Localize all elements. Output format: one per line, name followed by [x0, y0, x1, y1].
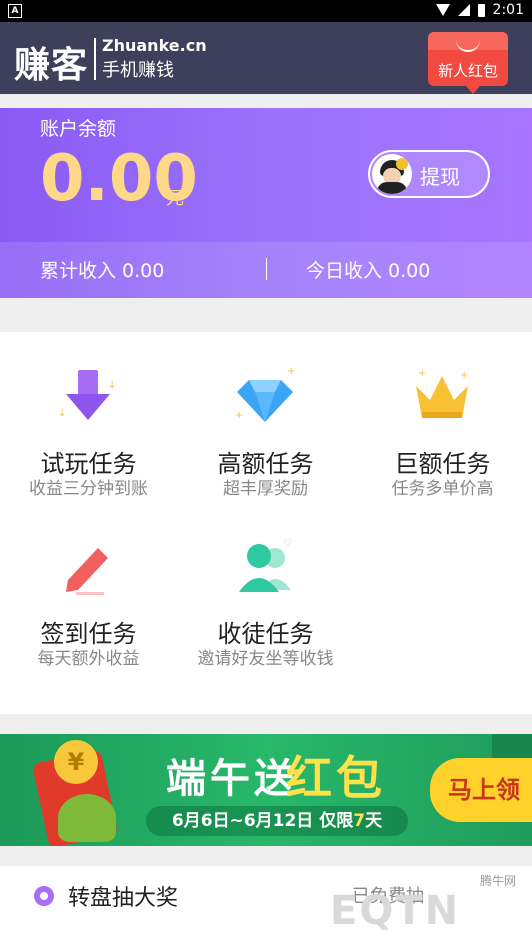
svg-text:↓: ↓ — [108, 380, 116, 391]
wheel-icon — [34, 886, 54, 906]
task-subtitle: 邀请好友坐等收钱 — [197, 649, 334, 669]
today-income: 今日收入 0.00 — [306, 260, 431, 282]
banner-date-tail: 天 — [365, 811, 383, 831]
promo-banner[interactable]: ¥ 端午送 红包 6月6日~6月12日 仅限7天 马上领 — [0, 734, 532, 846]
signal-icon — [457, 4, 470, 16]
withdraw-button[interactable]: 提现 — [368, 150, 490, 198]
svg-text:↓: ↓ — [58, 408, 66, 419]
task-subtitle: 收益三分钟到账 — [29, 479, 148, 499]
watermark-text: EQTN — [330, 888, 461, 934]
status-time: 2:01 — [492, 2, 524, 18]
crown-icon: + + — [416, 368, 468, 418]
status-bar: A 2:01 — [0, 0, 532, 22]
banner-title-highlight: 红包 — [286, 751, 386, 805]
svg-text:+: + — [418, 368, 426, 379]
logo-text: 赚客 — [14, 45, 89, 86]
claim-now-button[interactable]: 马上领 — [430, 758, 532, 822]
zongzi-icon — [58, 794, 116, 842]
red-envelope-icon — [428, 32, 508, 52]
svg-text:+: + — [287, 366, 295, 377]
cumulative-income: 累计收入 0.00 — [40, 260, 165, 282]
task-trial[interactable]: ↓ ↓ 试玩任务 收益三分钟到账 — [0, 362, 177, 532]
status-right: 2:01 — [435, 2, 524, 18]
pencil-icon — [66, 548, 108, 595]
svg-text:+: + — [460, 370, 468, 381]
task-checkin[interactable]: 签到任务 每天额外收益 — [0, 532, 177, 702]
avatar-icon — [372, 154, 412, 194]
watermark: EQTN 腾牛网 — [330, 866, 530, 944]
app-header: 赚客 Zhuanke.cn 手机赚钱 新人红包 — [0, 22, 532, 94]
newbie-redpacket-label: 新人红包 — [437, 62, 498, 80]
withdraw-label: 提现 — [420, 165, 460, 189]
task-subtitle: 每天额外收益 — [37, 649, 140, 669]
logo-divider — [94, 38, 96, 80]
newbie-redpacket-button[interactable]: 新人红包 — [428, 32, 508, 94]
lottery-row[interactable]: 转盘抽大奖 已免费抽 EQTN 腾牛网 — [0, 866, 532, 944]
balance-label: 账户余额 — [40, 118, 117, 140]
diamond-icon: + + — [235, 366, 295, 422]
task-subtitle: 任务多单价高 — [391, 479, 494, 499]
svg-text:+: + — [235, 410, 243, 421]
income-summary: 累计收入 0.00 今日收入 0.00 — [0, 242, 532, 298]
task-subtitle: 超丰厚奖励 — [223, 479, 308, 499]
banner-date: 6月6日~6月12日 仅限7天 — [146, 806, 408, 836]
coin-icon: ¥ — [54, 740, 98, 784]
download-arrow-icon: ↓ ↓ — [58, 370, 116, 420]
balance-unit: 元 — [166, 188, 184, 209]
task-high[interactable]: + + 高额任务 超丰厚奖励 — [177, 362, 354, 532]
task-grid: ↓ ↓ 试玩任务 收益三分钟到账 + + 高额任务 超丰厚奖励 + + 巨额任务… — [0, 332, 532, 714]
task-invite[interactable]: ♡ 收徒任务 邀请好友坐等收钱 — [177, 532, 354, 702]
watermark-small: 腾牛网 — [480, 874, 517, 888]
people-icon: ♡ — [239, 538, 292, 592]
banner-date-highlight: 7 — [353, 811, 366, 831]
svg-text:♡: ♡ — [283, 538, 292, 549]
balance-card: 账户余额 0.00 元 提现 累计收入 0.00 今日收入 0.00 — [0, 108, 532, 298]
lottery-label: 转盘抽大奖 — [68, 886, 179, 911]
logo-domain: Zhuanke.cn — [102, 36, 207, 55]
wifi-icon — [435, 4, 450, 16]
notification-icon: A — [8, 4, 22, 18]
banner-title: 端午送 — [166, 756, 298, 802]
logo-slogan: 手机赚钱 — [102, 60, 174, 81]
battery-icon — [477, 3, 485, 17]
banner-date-text: 6月6日~6月12日 仅限 — [171, 811, 354, 831]
task-huge[interactable]: + + 巨额任务 任务多单价高 — [354, 362, 531, 532]
divider — [266, 258, 267, 280]
